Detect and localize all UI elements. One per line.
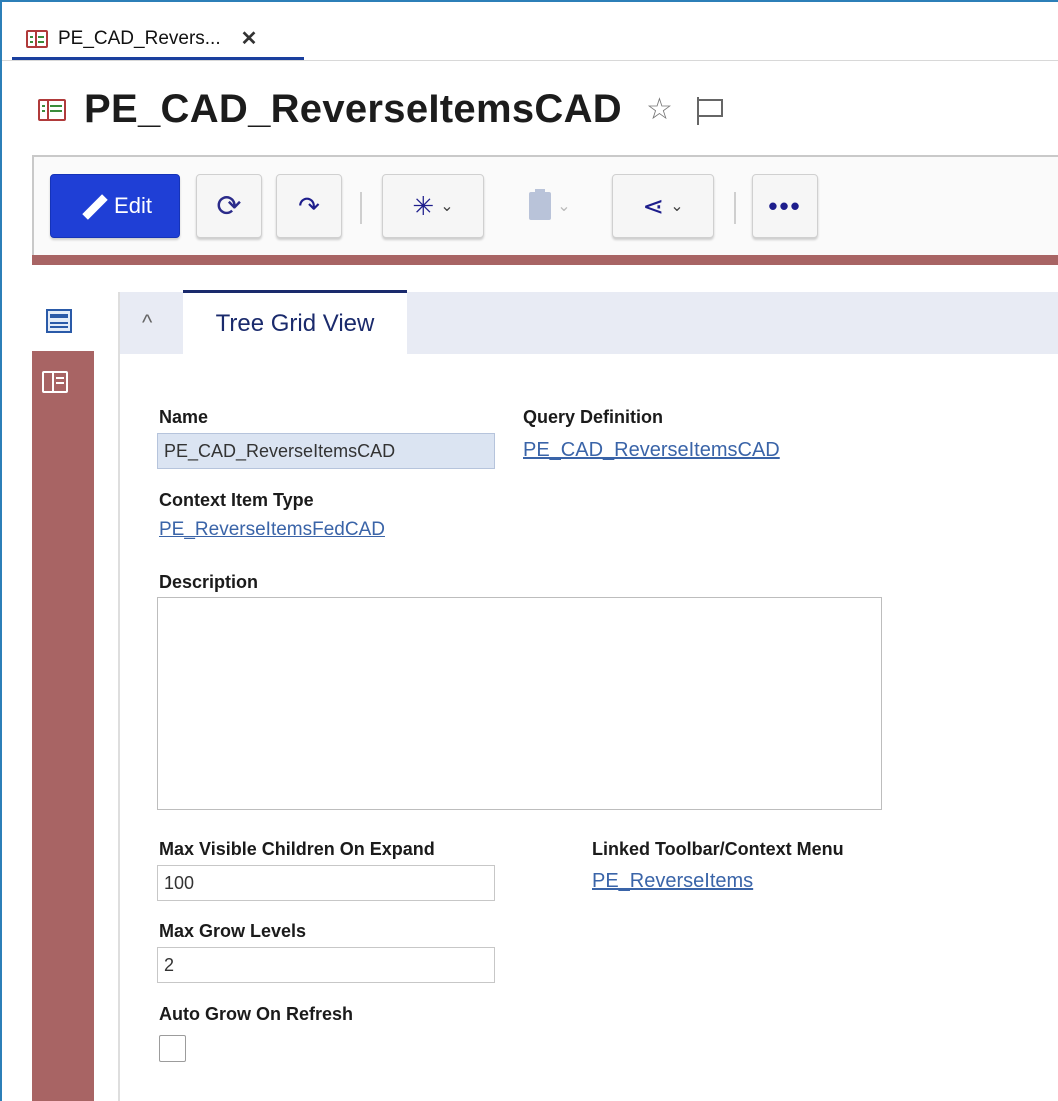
share-menu-button[interactable]: ⋖ ⌄ — [612, 174, 714, 238]
context-item-type-link[interactable]: PE_ReverseItemsFedCAD — [159, 519, 385, 541]
toolbar: Edit ⟳ ↷ ✳ ⌄ ⌄ ⋖ ⌄ ••• — [32, 155, 1058, 265]
max-visible-children-label: Max Visible Children On Expand — [159, 839, 435, 859]
name-label: Name — [159, 407, 209, 427]
edit-button[interactable]: Edit — [50, 174, 180, 238]
auto-grow-checkbox[interactable] — [159, 1035, 186, 1062]
title-row: PE_CAD_ReverseItemsCAD ☆ — [38, 87, 723, 132]
context-item-type-label: Context Item Type — [159, 490, 314, 510]
tab-label: PE_CAD_Revers... — [58, 27, 221, 49]
window-frame: PE_CAD_Revers... ✕ PE_CAD_ReverseItemsCA… — [0, 0, 1058, 1101]
toolbar-accent-bar — [32, 255, 1058, 265]
max-visible-children-field[interactable] — [157, 865, 495, 901]
chevron-down-icon: ⌄ — [557, 198, 571, 215]
refresh-button[interactable]: ⟳ — [196, 174, 262, 238]
name-field[interactable] — [157, 433, 495, 469]
document-tab[interactable]: PE_CAD_Revers... ✕ — [12, 20, 304, 60]
flag-icon[interactable] — [695, 95, 723, 125]
linked-toolbar-label: Linked Toolbar/Context Menu — [592, 839, 844, 859]
description-label: Description — [159, 572, 259, 592]
network-icon: ✳ — [412, 190, 435, 221]
page-title: PE_CAD_ReverseItemsCAD — [84, 87, 622, 131]
pencil-icon — [78, 191, 108, 221]
max-grow-levels-label: Max Grow Levels — [159, 921, 307, 941]
chevron-down-icon: ⌄ — [670, 198, 684, 215]
more-dots-icon: ••• — [768, 190, 802, 221]
star-icon[interactable]: ☆ — [646, 92, 673, 127]
query-definition-link[interactable]: PE_CAD_ReverseItemsCAD — [523, 439, 780, 462]
panel-left-border — [118, 292, 120, 1101]
close-icon[interactable]: ✕ — [241, 26, 258, 51]
structure-menu-button[interactable]: ✳ ⌄ — [382, 174, 484, 238]
chevron-down-icon: ⌄ — [440, 198, 454, 215]
tree-grid-icon — [26, 29, 48, 48]
description-field[interactable] — [157, 597, 882, 810]
promote-button[interactable]: ↷ — [276, 174, 342, 238]
toolbar-separator — [734, 192, 736, 224]
side-rail — [32, 351, 94, 1101]
tab-strip-divider — [2, 60, 1058, 61]
promote-icon: ↷ — [298, 190, 320, 221]
linked-toolbar-link[interactable]: PE_ReverseItems — [592, 870, 753, 893]
more-button[interactable]: ••• — [752, 174, 818, 238]
clipboard-chart-icon — [529, 189, 552, 220]
tree-grid-rail-icon[interactable] — [42, 371, 68, 393]
tree-grid-icon — [38, 98, 66, 121]
form-view-icon[interactable] — [46, 309, 72, 333]
max-grow-levels-field[interactable] — [157, 947, 495, 983]
edit-button-label: Edit — [114, 193, 152, 218]
collapse-chevron-icon[interactable]: ^ — [142, 310, 152, 336]
refresh-icon: ⟳ — [216, 189, 242, 223]
query-definition-label: Query Definition — [523, 407, 664, 427]
report-menu-button: ⌄ — [502, 174, 598, 238]
toolbar-separator — [360, 192, 362, 224]
auto-grow-label: Auto Grow On Refresh — [159, 1004, 354, 1024]
share-icon: ⋖ — [642, 190, 665, 221]
tab-tree-grid-view[interactable]: Tree Grid View — [183, 290, 407, 354]
